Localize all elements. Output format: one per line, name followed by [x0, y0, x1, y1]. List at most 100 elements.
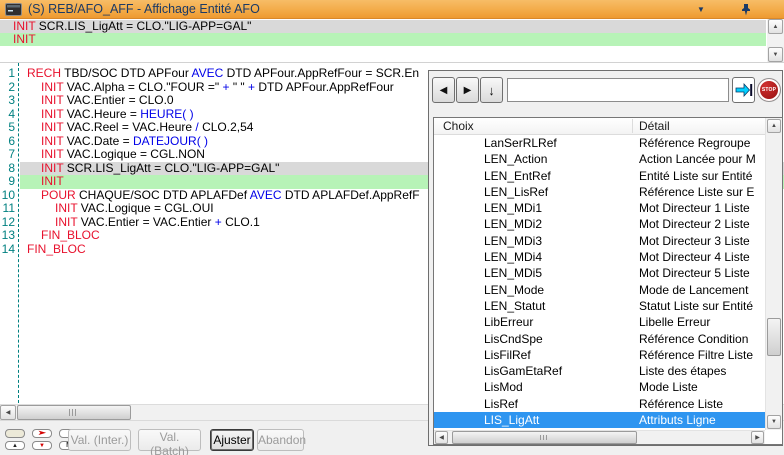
list-item-LEN_MDi2[interactable]: LEN_MDi2Mot Directeur 2 Liste — [434, 216, 765, 232]
stop-button[interactable]: STOP — [758, 78, 782, 102]
insert-down-button[interactable]: ↓ — [480, 77, 503, 103]
detail-cell: Mot Directeur 3 Liste — [639, 233, 765, 249]
stop-sign-icon: STOP — [758, 79, 780, 101]
code-text: INIT VAC.Entier = VAC.Entier + CLO.1 — [55, 216, 260, 230]
choix-cell: LisFilRef — [484, 347, 531, 363]
choix-cell: LEN_EntRef — [484, 168, 551, 184]
choix-cell: LisGamEtaRef — [484, 363, 562, 379]
line-number: 10 — [0, 189, 15, 203]
detail-cell: Libelle Erreur — [639, 314, 765, 330]
line-number: 11 — [0, 202, 15, 216]
scroll-up-icon[interactable]: ▲ — [767, 119, 781, 133]
choice-popup: ◀ ▶ ↓ STOP Choix Détail LanSerRLRef Référ… — [428, 70, 783, 446]
list-item-LEN_MDi4[interactable]: LEN_MDi4 Mot Directeur 4 Liste — [434, 249, 765, 265]
code-text: FIN_BLOC — [41, 229, 100, 243]
list-item-LEN_Mode[interactable]: LEN_ModeMode de Lancement — [434, 282, 765, 298]
list-item-LanSerRLRef[interactable]: LanSerRLRef Référence Regroupe — [434, 135, 765, 151]
scroll-down-icon[interactable]: ▼ — [768, 47, 783, 62]
code-text: INIT VAC.Logique = CGL.NON — [41, 148, 205, 162]
choix-cell: LEN_LisRef — [484, 184, 548, 200]
choice-filter-input[interactable] — [507, 78, 729, 102]
list-item-LisFilRef[interactable]: LisFilRef Référence Filtre Liste — [434, 347, 765, 363]
list-item-LEN_LisRef[interactable]: LEN_LisRefRéférence Liste sur E — [434, 184, 765, 200]
column-header-choix[interactable]: Choix — [443, 119, 474, 133]
line-number: 8 — [0, 162, 15, 176]
detail-cell: Mot Directeur 4 Liste — [639, 249, 765, 265]
previous-button[interactable]: ◀ — [432, 77, 455, 103]
go-to-end-button[interactable] — [732, 77, 755, 103]
choix-cell: LEN_MDi4 — [484, 249, 542, 265]
list-item-LisRef[interactable]: LisRef Référence Liste — [434, 396, 765, 412]
console-app-icon — [5, 3, 22, 16]
record-up-triangle-icon[interactable]: ▲ — [5, 441, 25, 450]
detail-cell: Action Lancée pour M — [639, 151, 765, 167]
list-item-LEN_MDi5[interactable]: LEN_MDi5Mot Directeur 5 Liste — [434, 265, 765, 281]
list-item-LEN_Action[interactable]: LEN_Action Action Lancée pour M — [434, 151, 765, 167]
choix-cell: LanSerRLRef — [484, 135, 557, 151]
app-window: (S) REB/AFO_AFF - Affichage Entité AFO ▼… — [0, 0, 784, 455]
ajuster-button[interactable]: Ajuster — [210, 429, 254, 451]
line-number: 5 — [0, 121, 15, 135]
scroll-left-icon[interactable]: ◀ — [435, 431, 448, 444]
list-item-LEN_EntRef[interactable]: LEN_EntRefEntité Liste sur Entité — [434, 168, 765, 184]
scroll-right-icon[interactable]: ▶ — [751, 431, 764, 444]
list-item-LIS_LigAtt[interactable]: LIS_LigAttAttributs Ligne — [434, 412, 765, 428]
next-button[interactable]: ▶ — [456, 77, 479, 103]
detail-cell: Référence Liste — [639, 396, 765, 412]
list-item-LEN_MDi1[interactable]: LEN_MDi1 Mot Directeur 1 Liste — [434, 200, 765, 216]
line-number: 3 — [0, 94, 15, 108]
scrollbar-thumb[interactable] — [767, 318, 781, 356]
code-text: INIT VAC.Logique = CGL.OUI — [55, 202, 214, 216]
scroll-up-icon[interactable]: ▲ — [768, 19, 783, 34]
scrollbar-thumb[interactable] — [17, 405, 131, 420]
line-number: 6 — [0, 135, 15, 149]
choix-cell: LEN_Mode — [484, 282, 544, 298]
list-item-LisGamEtaRef[interactable]: LisGamEtaRefListe des étapes — [434, 363, 765, 379]
line-number: 9 — [0, 175, 15, 189]
choix-cell: LibErreur — [484, 314, 533, 330]
detail-cell: Référence Filtre Liste — [639, 347, 765, 363]
choix-cell: LEN_MDi2 — [484, 216, 542, 232]
val-batch-button[interactable]: Val. (Batch) — [138, 429, 201, 451]
list-item-LibErreur[interactable]: LibErreur Libelle Erreur — [434, 314, 765, 330]
choix-cell: LEN_MDi1 — [484, 200, 542, 216]
next-statement-line: INIT — [0, 33, 766, 46]
list-item-LEN_MDi3[interactable]: LEN_MDi3Mot Directeur 3 Liste — [434, 233, 765, 249]
abandon-button[interactable]: Abandon — [257, 429, 304, 451]
choix-cell: LisRef — [484, 396, 518, 412]
titlebar-pin-icon[interactable] — [740, 3, 752, 16]
list-header[interactable]: Choix Détail — [434, 118, 782, 135]
record-blank-beige-icon[interactable] — [5, 429, 25, 438]
choix-cell: LEN_MDi5 — [484, 265, 542, 281]
detail-cell: Mode Liste — [639, 379, 765, 395]
status-panel-scrollbar[interactable]: ▲ ▼ — [767, 19, 784, 62]
choix-cell: LisCndSpe — [484, 331, 543, 347]
choix-cell: LIS_LigAtt — [484, 412, 539, 428]
list-item-LisMod[interactable]: LisModMode Liste — [434, 379, 765, 395]
detail-cell: Référence Regroupe — [639, 135, 765, 151]
window-title: (S) REB/AFO_AFF - Affichage Entité AFO — [28, 2, 260, 16]
line-number: 2 — [0, 81, 15, 95]
line-number: 12 — [0, 216, 15, 230]
list-vertical-scrollbar[interactable]: ▲ ▼ — [765, 118, 782, 430]
detail-cell: Mot Directeur 1 Liste — [639, 200, 765, 216]
scrollbar-thumb[interactable] — [452, 431, 637, 444]
code-text: RECH TBD/SOC DTD APFour AVEC DTD APFour.… — [27, 67, 419, 81]
cyan-arrow-bar-icon — [735, 83, 753, 97]
list-item-LEN_Statut[interactable]: LEN_StatutStatut Liste sur Entité — [434, 298, 765, 314]
record-current-red-arrow-icon[interactable]: ➤ — [32, 429, 52, 438]
scroll-left-icon[interactable]: ◀ — [0, 405, 16, 420]
list-horizontal-scrollbar[interactable]: ◀ ▶ — [434, 430, 765, 444]
choix-cell: LEN_Action — [484, 151, 547, 167]
val-inter-button[interactable]: Val. (Inter.) — [68, 429, 131, 451]
titlebar: (S) REB/AFO_AFF - Affichage Entité AFO ▼ — [0, 0, 784, 19]
list-item-LisCndSpe[interactable]: LisCndSpeRéférence Condition — [434, 331, 765, 347]
line-number: 4 — [0, 108, 15, 122]
list-rows: LanSerRLRef Référence Regroupe LEN_Action A… — [434, 135, 765, 430]
record-down-triangle-icon[interactable]: ▼ — [32, 441, 52, 450]
scroll-down-icon[interactable]: ▼ — [767, 415, 781, 429]
line-number: 14 — [0, 243, 15, 257]
titlebar-chevron-down-icon[interactable]: ▼ — [697, 5, 705, 14]
column-header-detail[interactable]: Détail — [639, 119, 670, 133]
code-text: INIT VAC.Entier = CLO.0 — [41, 94, 174, 108]
